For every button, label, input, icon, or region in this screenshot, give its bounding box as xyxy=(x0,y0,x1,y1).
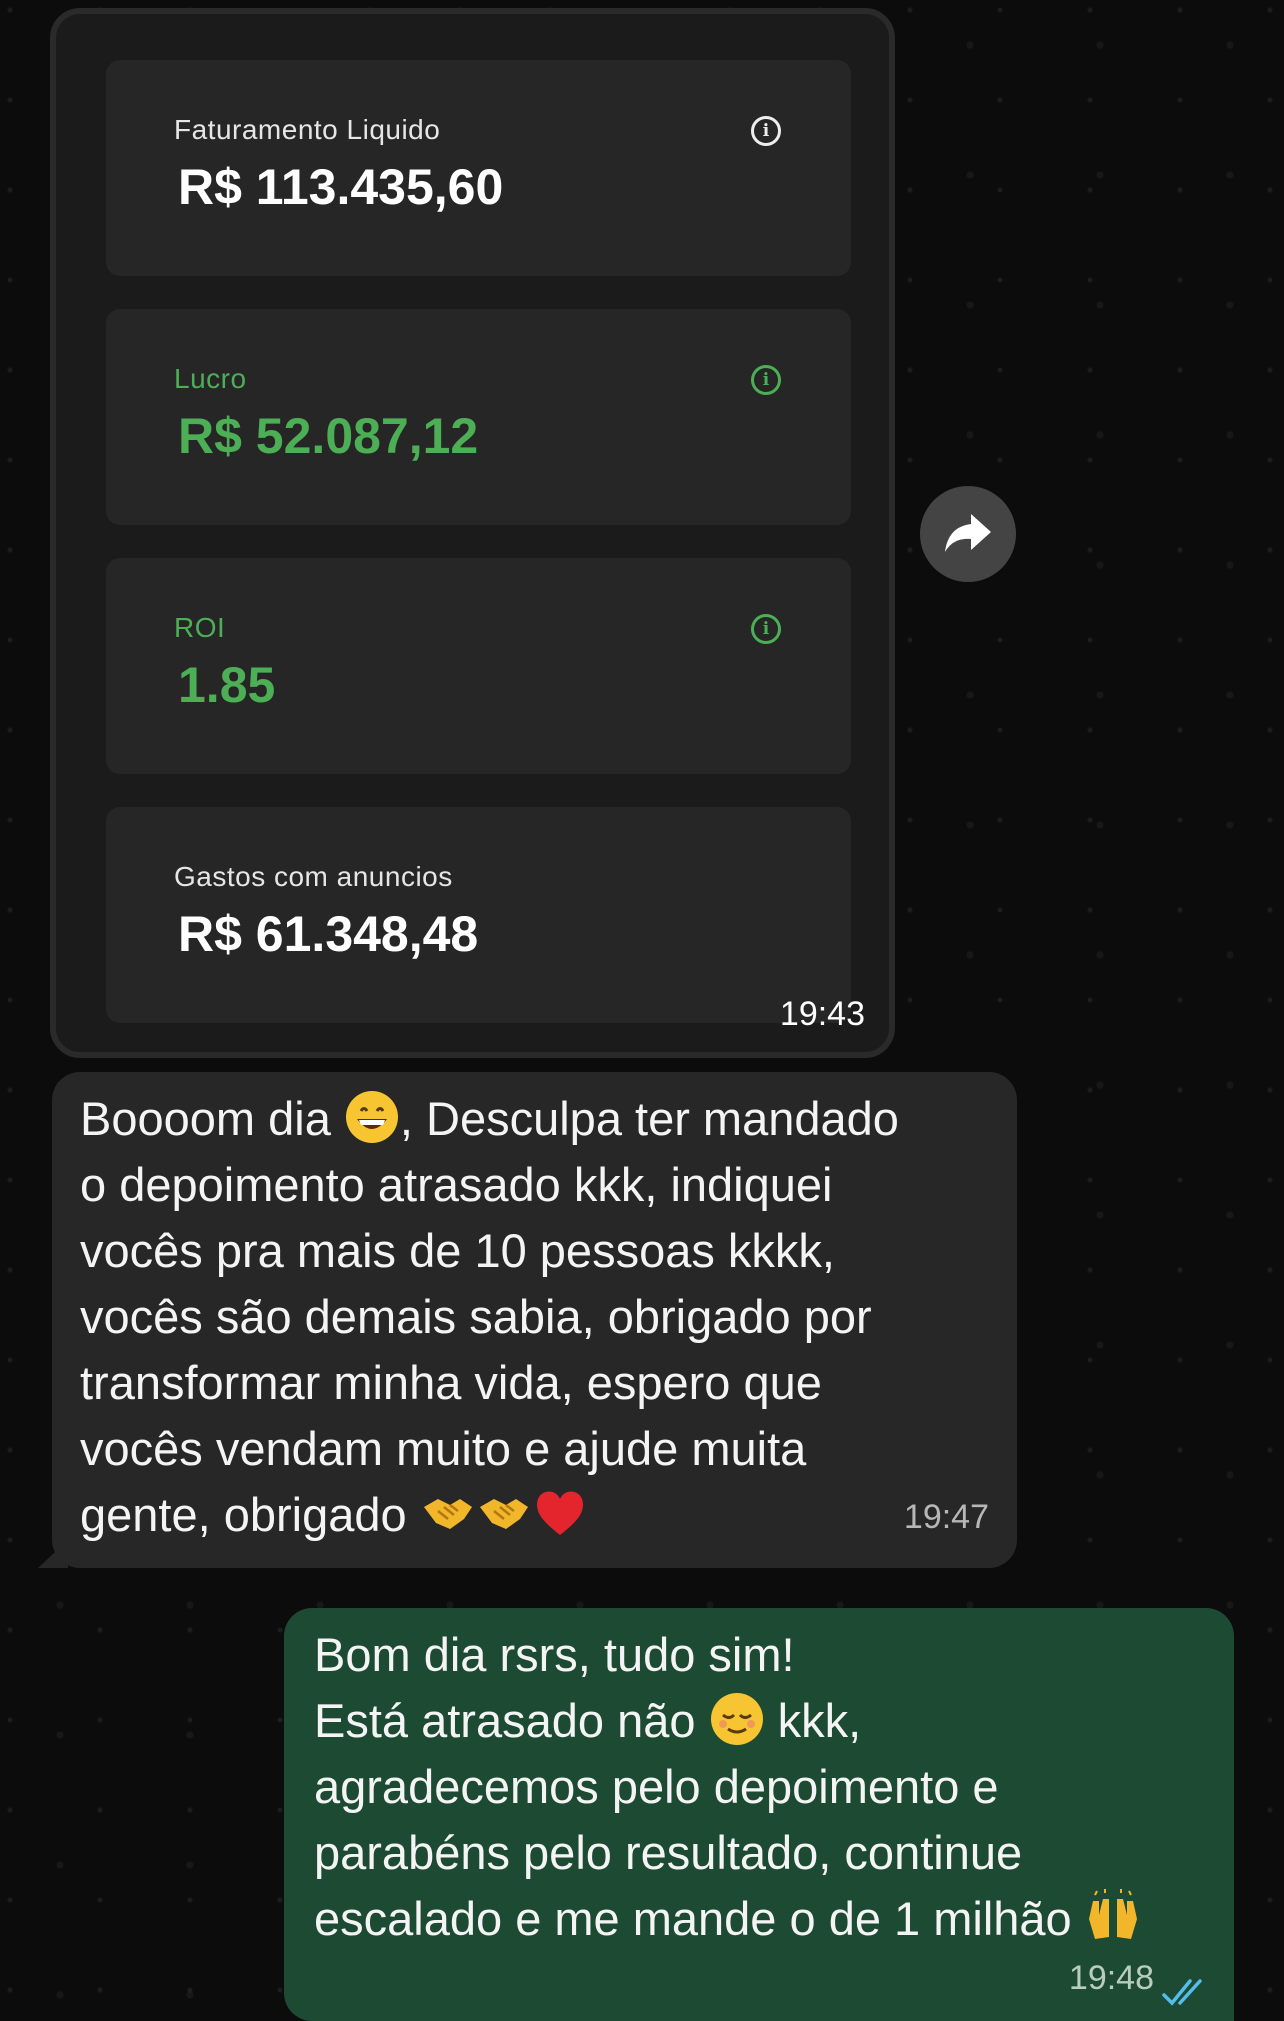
stat-label: Lucro xyxy=(174,363,247,394)
handshake-icon xyxy=(423,1499,472,1529)
forward-arrow-icon xyxy=(945,514,991,552)
stat-value: 1.85 xyxy=(178,657,276,713)
stat-card-roi: ROI 1.85 i xyxy=(106,558,851,774)
message-text: Está atrasado não xyxy=(314,1694,696,1747)
stat-label: Faturamento Liquido xyxy=(174,114,441,145)
message-line: vocês pra mais de 10 pessoas kkkk, xyxy=(80,1224,835,1277)
image-message[interactable]: Faturamento Liquido R$ 113.435,60 i Lucr… xyxy=(50,8,895,1058)
message-line: gente, obrigado xyxy=(80,1482,989,1548)
relieved-face-icon xyxy=(710,1693,763,1745)
message-line: Boooom dia , Desculpa ter mandado xyxy=(80,1086,989,1152)
message-line: Está atrasado não kkk, xyxy=(314,1688,1206,1754)
stat-value: R$ 113.435,60 xyxy=(178,159,504,215)
message-line: transformar minha vida, espero que xyxy=(80,1356,822,1409)
red-heart-icon xyxy=(536,1491,583,1535)
stat-card-gastos-anuncios: Gastos com anuncios R$ 61.348,48 xyxy=(106,807,851,1023)
stat-value: R$ 52.087,12 xyxy=(178,408,479,464)
message-text: gente, obrigado xyxy=(80,1488,407,1541)
stat-label: ROI xyxy=(174,612,226,643)
message-time: 19:48 xyxy=(1068,1959,1154,1997)
message-time: 19:47 xyxy=(903,1498,989,1536)
read-receipt-icon xyxy=(1162,1979,1202,2006)
raising-hands-icon xyxy=(1088,1889,1137,1939)
forward-button[interactable] xyxy=(920,486,1016,582)
message-line: o depoimento atrasado kkk, indiquei xyxy=(80,1158,833,1211)
message-line: Bom dia rsrs, tudo sim! xyxy=(314,1628,795,1681)
message-line: agradecemos pelo depoimento e xyxy=(314,1760,999,1813)
info-icon: i xyxy=(751,614,781,644)
handshake-icon xyxy=(479,1499,528,1529)
message-line: escalado e me mande o de 1 milhão xyxy=(314,1886,1206,1952)
message-text: , Desculpa ter mandado xyxy=(399,1092,899,1145)
message-text: escalado e me mande o de 1 milhão xyxy=(314,1892,1072,1945)
stat-value: R$ 61.348,48 xyxy=(178,906,479,962)
message-line: parabéns pelo resultado, continue xyxy=(314,1826,1023,1879)
grinning-face-icon xyxy=(345,1091,398,1143)
incoming-message[interactable]: Boooom dia , Desculpa ter mandado o depo… xyxy=(38,1072,1017,1568)
message-time: 19:43 xyxy=(779,995,865,1033)
message-line: vocês são demais sabia, obrigado por xyxy=(80,1290,872,1343)
message-line: vocês vendam muito e ajude muita xyxy=(80,1422,807,1475)
stat-card-faturamento: Faturamento Liquido R$ 113.435,60 i xyxy=(106,60,851,276)
message-text: kkk, xyxy=(777,1694,862,1747)
stat-card-lucro: Lucro R$ 52.087,12 i xyxy=(106,309,851,525)
info-icon: i xyxy=(751,365,781,395)
stat-label: Gastos com anuncios xyxy=(174,861,453,892)
info-icon: i xyxy=(751,116,781,146)
message-text: Boooom dia xyxy=(80,1092,331,1145)
outgoing-message[interactable]: Bom dia rsrs, tudo sim! Está atrasado nã… xyxy=(284,1608,1234,2021)
